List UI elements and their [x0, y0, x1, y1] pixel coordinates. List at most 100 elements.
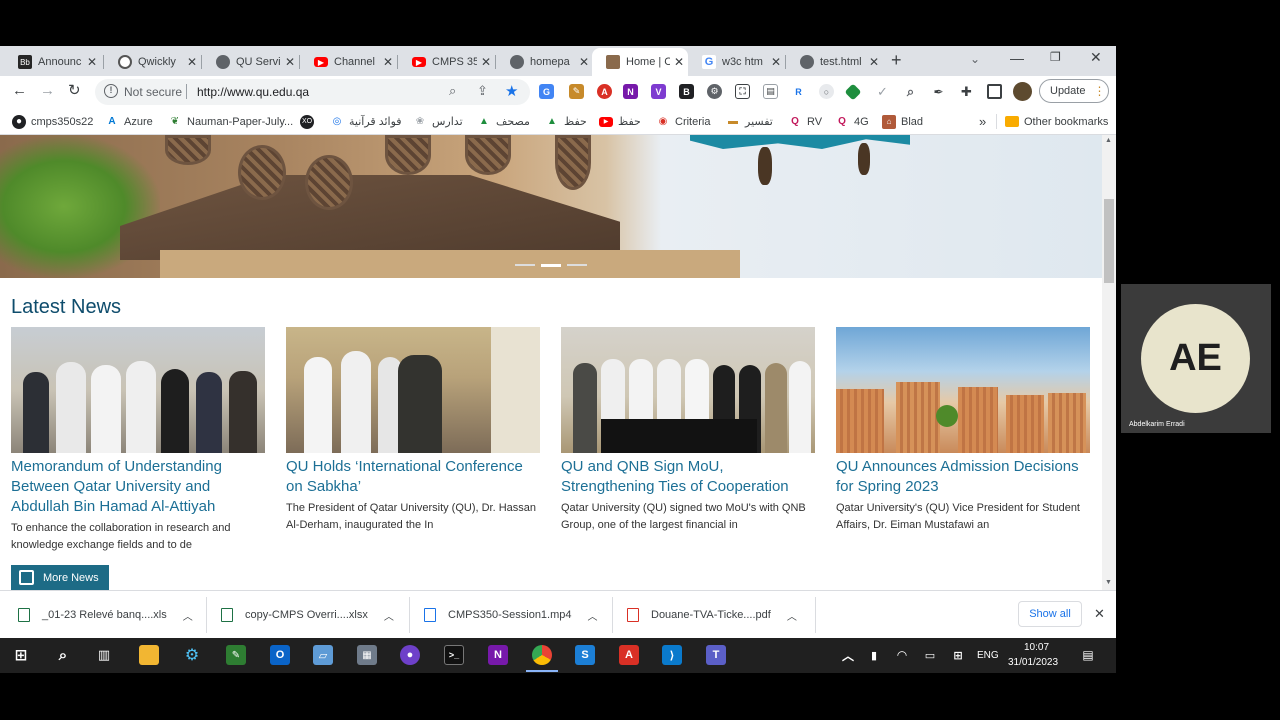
bookmark-10[interactable]: ▬ تفسير: [726, 108, 773, 135]
bookmark-5[interactable]: ❀ تدارس: [413, 108, 463, 135]
carousel-dot-active[interactable]: [541, 264, 561, 267]
language-indicator[interactable]: ENG: [977, 650, 999, 661]
zoom-icon[interactable]: ⌕: [449, 83, 456, 99]
chevron-up-icon[interactable]: ︿: [787, 608, 797, 623]
share-icon[interactable]: ⇪: [477, 83, 488, 99]
video-participant-tile[interactable]: AE Abdelkarim Erradi: [1121, 284, 1271, 433]
onenote-icon[interactable]: N: [623, 84, 638, 99]
show-all-button[interactable]: Show all: [1018, 601, 1082, 627]
vscode-icon[interactable]: ⟩: [662, 645, 682, 665]
bookmark-11[interactable]: Q RV: [788, 108, 822, 135]
close-icon[interactable]: ✕: [183, 55, 201, 69]
calculator-icon[interactable]: ▦: [357, 645, 377, 665]
close-icon[interactable]: ✕: [865, 55, 883, 69]
download-item[interactable]: Douane-TVA-Ticke....pdf ︿: [627, 591, 797, 638]
bookmark-12[interactable]: Q 4G: [835, 108, 869, 135]
wifi-icon[interactable]: ◠: [892, 645, 912, 665]
bookmark-8[interactable]: ▶ حفظ: [599, 108, 641, 135]
news-card[interactable]: QU Holds ‘International Conference on Sa…: [286, 327, 540, 534]
carousel-dot[interactable]: [515, 264, 535, 266]
task-view-icon[interactable]: ▥: [94, 645, 114, 665]
screenshot-icon[interactable]: ⛶: [735, 84, 750, 99]
bookmark-0[interactable]: ● cmps350s22: [12, 108, 93, 135]
minimize-button[interactable]: —: [1010, 50, 1024, 66]
tab-6-active[interactable]: Home | C ✕: [592, 48, 688, 76]
tab-0[interactable]: Bb Announc ✕: [4, 48, 101, 76]
scroll-down-icon[interactable]: ▼: [1105, 579, 1112, 586]
file-explorer-icon[interactable]: [139, 645, 159, 665]
news-card[interactable]: QU Announces Admission Decisions for Spr…: [836, 327, 1090, 534]
more-news-button[interactable]: More News: [11, 565, 109, 590]
tab-search-icon[interactable]: ⌄: [970, 52, 980, 66]
teams-icon[interactable]: T: [706, 645, 726, 665]
chevron-up-icon[interactable]: ︿: [588, 608, 598, 623]
close-icon[interactable]: ✕: [767, 55, 785, 69]
terminal-icon[interactable]: >_: [444, 645, 464, 665]
download-item[interactable]: CMPS350-Session1.mp4 ︿: [424, 591, 598, 638]
pen-extension-icon[interactable]: ✒: [931, 84, 946, 99]
bookmark-4[interactable]: ◎ فوائد قرآنية: [330, 108, 402, 135]
chevron-up-icon[interactable]: ︿: [838, 645, 858, 665]
bookmarks-overflow-icon[interactable]: »: [979, 108, 986, 135]
network-icon[interactable]: ⊞: [948, 645, 968, 665]
windows-start-icon[interactable]: ⊞: [11, 645, 31, 665]
chevron-up-icon[interactable]: ︿: [384, 608, 394, 623]
r-extension-icon[interactable]: R: [791, 84, 806, 99]
extension-icon[interactable]: ✎: [569, 84, 584, 99]
diamond-extension-icon[interactable]: [844, 83, 862, 101]
news-title[interactable]: QU Announces Admission Decisions for Spr…: [836, 457, 1090, 497]
search-icon[interactable]: ⌕: [53, 645, 73, 665]
battery-icon[interactable]: ▭: [920, 645, 940, 665]
reload-button[interactable]: ↻: [68, 81, 81, 99]
close-icon[interactable]: ✕: [83, 55, 101, 69]
download-item[interactable]: copy-CMPS Overri....xlsx ︿: [221, 591, 394, 638]
close-window-button[interactable]: ✕: [1090, 49, 1102, 66]
bookmark-1[interactable]: A Azure: [105, 108, 152, 135]
outlook-icon[interactable]: O: [270, 645, 290, 665]
tab-1[interactable]: Qwickly ✕: [104, 48, 201, 76]
tab-3[interactable]: ▶ Channel ✕: [300, 48, 397, 76]
close-icon[interactable]: ✕: [477, 55, 495, 69]
clock-time[interactable]: 10:07: [1024, 642, 1049, 653]
scroll-up-icon[interactable]: ▲: [1105, 137, 1112, 144]
tab-5[interactable]: homepa ✕: [496, 48, 593, 76]
bookmark-6[interactable]: ▲ مصحف: [477, 108, 530, 135]
tab-4[interactable]: ▶ CMPS 35 ✕: [398, 48, 495, 76]
sidepanel-icon[interactable]: [987, 84, 1002, 99]
translate-icon[interactable]: G: [539, 84, 554, 99]
puzzle-icon[interactable]: ✚: [959, 84, 974, 99]
vimeo-icon[interactable]: V: [651, 84, 666, 99]
settings-gear-icon[interactable]: ⚙: [182, 645, 202, 665]
adblock-icon[interactable]: A: [597, 84, 612, 99]
scroll-thumb[interactable]: [1104, 199, 1114, 283]
zoom-extension-icon[interactable]: ⌕: [903, 84, 918, 99]
sticky-notes-icon[interactable]: ✎: [226, 645, 246, 665]
address-bar[interactable]: ! Not secure http://www.qu.edu.qa ⌕ ⇪ ★: [95, 79, 530, 105]
onenote-app-icon[interactable]: N: [488, 645, 508, 665]
tab-7[interactable]: Gw3c htm ✕: [688, 48, 785, 76]
close-downloads-icon[interactable]: ✕: [1094, 606, 1105, 622]
bookmark-2[interactable]: ❦ Nauman-Paper-July...: [168, 108, 293, 135]
page-scrollbar[interactable]: ▲ ▼: [1102, 135, 1116, 590]
clock-date[interactable]: 31/01/2023: [1008, 657, 1058, 668]
bookmark-3[interactable]: XO: [300, 108, 319, 135]
back-button[interactable]: ←: [12, 82, 27, 99]
restore-button[interactable]: ❐: [1050, 50, 1061, 64]
circle-extension-icon[interactable]: ○: [819, 84, 834, 99]
update-button[interactable]: Update ⋮: [1039, 79, 1109, 103]
tab-8[interactable]: test.html ✕: [786, 48, 883, 76]
other-bookmarks[interactable]: Other bookmarks: [1005, 108, 1108, 135]
new-tab-button[interactable]: +: [891, 50, 902, 71]
close-icon[interactable]: ✕: [575, 55, 593, 69]
profile-avatar[interactable]: [1013, 82, 1032, 101]
news-card[interactable]: QU and QNB Sign MoU, Strengthening Ties …: [561, 327, 815, 534]
news-title[interactable]: QU and QNB Sign MoU, Strengthening Ties …: [561, 457, 815, 497]
acrobat-icon[interactable]: A: [619, 645, 639, 665]
check-extension-icon[interactable]: ✓: [875, 84, 890, 99]
gear-extension-icon[interactable]: ⚙: [707, 84, 722, 99]
microphone-icon[interactable]: ▮: [864, 645, 884, 665]
close-icon[interactable]: ✕: [281, 55, 299, 69]
news-title[interactable]: Memorandum of Understanding Between Qata…: [11, 457, 265, 517]
docs-icon[interactable]: ▤: [763, 84, 778, 99]
chevron-up-icon[interactable]: ︿: [183, 608, 193, 623]
